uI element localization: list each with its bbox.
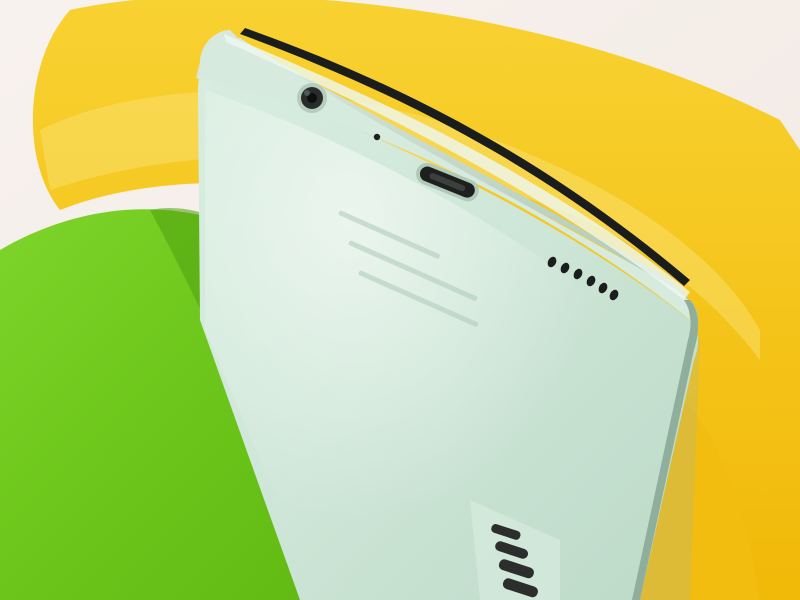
photo-canvas (0, 0, 800, 600)
microphone-hole (373, 133, 381, 141)
headphone-jack (297, 83, 327, 113)
photo-scene (0, 0, 800, 600)
